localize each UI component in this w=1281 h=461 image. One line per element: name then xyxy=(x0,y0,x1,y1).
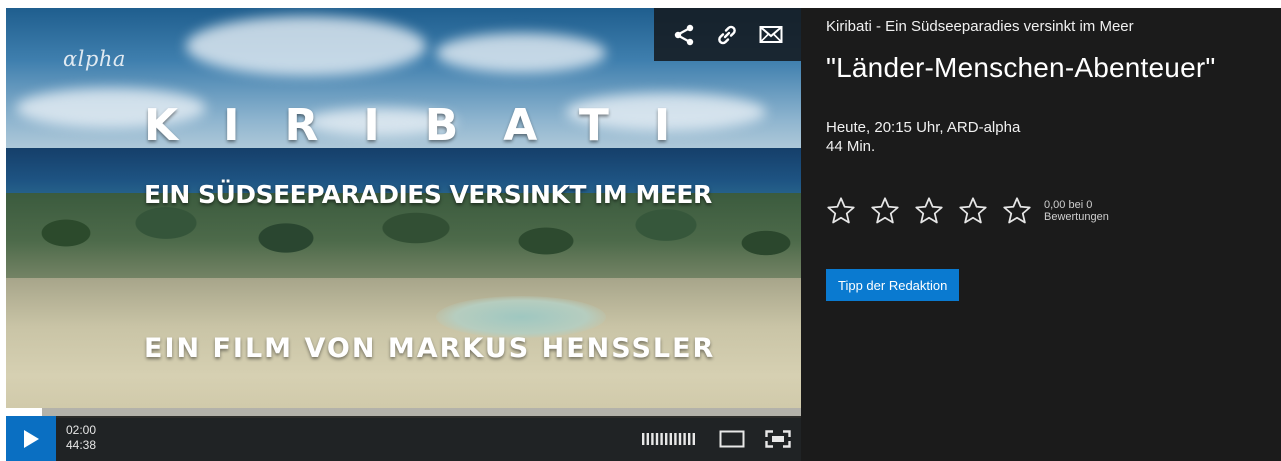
total-time: 44:38 xyxy=(66,438,97,452)
rating-count-label: Bewertungen xyxy=(1044,211,1109,223)
time-display: 02:00 44:38 xyxy=(66,423,96,453)
media-card: αlpha KIRIBATI EIN SÜDSEEPARADIES VERSIN… xyxy=(6,8,1281,461)
play-button[interactable] xyxy=(6,416,56,461)
quality-icon[interactable] xyxy=(629,416,709,461)
control-bar-right xyxy=(629,416,801,461)
alpha-logo: αlpha xyxy=(63,47,126,71)
video-overlay-credit: EIN FILM VON MARKUS HENSSLER xyxy=(144,333,716,364)
video-overlay-title: KIRIBATI xyxy=(144,100,716,151)
star-icon-4[interactable] xyxy=(958,196,988,226)
star-icon-5[interactable] xyxy=(1002,196,1032,226)
progress-bar[interactable] xyxy=(6,408,801,416)
share-bar xyxy=(654,8,801,61)
link-icon[interactable] xyxy=(712,20,742,50)
rating-value: 0,00 bei 0 xyxy=(1044,199,1093,211)
progress-fill xyxy=(6,408,42,416)
video-frame xyxy=(6,8,801,461)
video-overlay-subtitle: EIN SÜDSEEPARADIES VERSINKT IM MEER xyxy=(144,180,712,209)
info-panel: Kiribati - Ein Südseeparadies versinkt i… xyxy=(801,8,1281,461)
rating-text: 0,00 bei 0 Bewertungen xyxy=(1044,199,1109,223)
fullscreen-icon[interactable] xyxy=(755,416,801,461)
tipp-der-redaktion-badge[interactable]: Tipp der Redaktion xyxy=(826,269,960,301)
star-icon-1[interactable] xyxy=(826,196,856,226)
current-time: 02:00 xyxy=(66,423,97,437)
star-icon-2[interactable] xyxy=(870,196,900,226)
airtime: Heute, 20:15 Uhr, ARD-alpha xyxy=(826,119,1021,136)
rating-widget: 0,00 bei 0 Bewertungen xyxy=(826,196,1109,226)
mail-icon[interactable] xyxy=(756,20,786,50)
window-icon[interactable] xyxy=(709,416,755,461)
series-title[interactable]: "Länder-Menschen-Abenteuer" xyxy=(826,52,1216,84)
play-icon xyxy=(24,429,39,448)
star-icon-3[interactable] xyxy=(914,196,944,226)
duration: 44 Min. xyxy=(826,138,876,155)
show-title[interactable]: Kiribati - Ein Südseeparadies versinkt i… xyxy=(826,18,1134,35)
control-bar: 02:00 44:38 xyxy=(6,416,801,461)
video-player[interactable]: αlpha KIRIBATI EIN SÜDSEEPARADIES VERSIN… xyxy=(6,8,801,461)
share-icon[interactable] xyxy=(669,20,699,50)
